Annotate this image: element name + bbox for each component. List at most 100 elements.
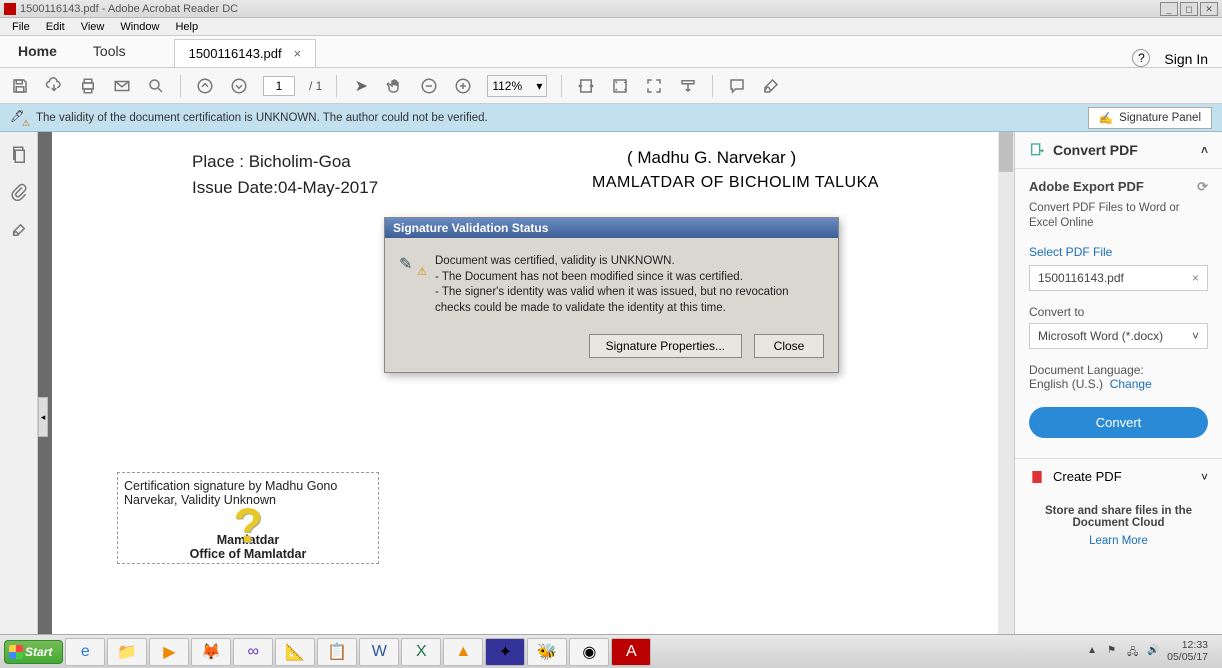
signature-panel-label: Signature Panel xyxy=(1119,112,1201,124)
menu-edit[interactable]: Edit xyxy=(38,21,73,33)
close-window-button[interactable]: ✕ xyxy=(1200,2,1218,16)
thumbnails-icon[interactable] xyxy=(9,144,29,164)
convert-pdf-label: Convert PDF xyxy=(1053,142,1138,158)
dialog-line2: - The Document has not been modified sin… xyxy=(435,270,824,286)
taskbar-app3-icon[interactable]: 🐝 xyxy=(527,638,567,666)
taskbar-clock[interactable]: 12:33 05/05/17 xyxy=(1167,640,1212,663)
taskbar-vlc-icon[interactable]: ▲ xyxy=(443,638,483,666)
page-number-input[interactable] xyxy=(263,76,295,96)
convert-pdf-header[interactable]: Convert PDF ˄ xyxy=(1015,132,1222,169)
signature-panel-button[interactable]: ✍ Signature Panel xyxy=(1088,107,1212,129)
read-mode-icon[interactable] xyxy=(678,76,698,96)
doc-signer-name: ( Madhu G. Narvekar ) xyxy=(627,148,796,168)
tray-flag-icon[interactable]: ⚑ xyxy=(1107,645,1121,659)
dialog-line1: Document was certified, validity is UNKN… xyxy=(435,254,824,270)
chevron-up-icon[interactable]: ˄ xyxy=(1201,143,1208,157)
print-icon[interactable] xyxy=(78,76,98,96)
maximize-button[interactable]: ◻ xyxy=(1180,2,1198,16)
taskbar-explorer-icon[interactable]: 📁 xyxy=(107,638,147,666)
cert-message: The validity of the document certificati… xyxy=(36,112,488,124)
convert-pdf-icon xyxy=(1029,142,1045,158)
tray-icon[interactable]: ▲ xyxy=(1087,645,1101,659)
clock-time: 12:33 xyxy=(1167,640,1208,652)
fit-width-icon[interactable] xyxy=(576,76,596,96)
refresh-icon[interactable]: ⟳ xyxy=(1197,179,1208,195)
create-pdf-header[interactable]: Create PDF ˅ xyxy=(1015,458,1222,495)
select-pdf-link[interactable]: Select PDF File xyxy=(1029,245,1208,259)
create-pdf-icon xyxy=(1029,469,1045,485)
signature-properties-button[interactable]: Signature Properties... xyxy=(589,334,742,358)
dialog-title: Signature Validation Status xyxy=(385,218,838,238)
save-icon[interactable] xyxy=(10,76,30,96)
taskbar-media-icon[interactable]: ▶ xyxy=(149,638,189,666)
tray-network-icon[interactable]: 🖧 xyxy=(1127,645,1141,659)
change-language-link[interactable]: Change xyxy=(1110,377,1152,391)
taskbar-excel-icon[interactable]: X xyxy=(401,638,441,666)
cert-warning-icon: 🖊 xyxy=(10,109,28,127)
hand-tool-icon[interactable] xyxy=(385,76,405,96)
tab-document-label: 1500116143.pdf xyxy=(189,46,282,61)
taskbar-acrobat-icon[interactable]: A xyxy=(611,638,651,666)
taskbar-app1-icon[interactable]: 📐 xyxy=(275,638,315,666)
document-viewport[interactable]: ◂ Place : Bicholim-Goa Issue Date:04-May… xyxy=(38,132,1014,662)
tray-volume-icon[interactable]: 🔊 xyxy=(1147,645,1161,659)
menu-window[interactable]: Window xyxy=(112,21,167,33)
comment-icon[interactable] xyxy=(727,76,747,96)
zoom-in-icon[interactable] xyxy=(453,76,473,96)
print-cloud-icon[interactable] xyxy=(44,76,64,96)
pdf-page: Place : Bicholim-Goa Issue Date:04-May-2… xyxy=(52,132,1002,662)
zoom-out-icon[interactable] xyxy=(419,76,439,96)
vertical-scrollbar[interactable] xyxy=(998,132,1014,662)
attachments-icon[interactable] xyxy=(9,182,29,202)
fullscreen-icon[interactable] xyxy=(644,76,664,96)
system-tray[interactable]: ▲ ⚑ 🖧 🔊 12:33 05/05/17 xyxy=(1081,640,1218,663)
taskbar-vs-icon[interactable]: ∞ xyxy=(233,638,273,666)
page-up-icon[interactable] xyxy=(195,76,215,96)
tab-home[interactable]: Home xyxy=(0,35,75,67)
pointer-icon[interactable]: ➤ xyxy=(351,76,371,96)
scrollbar-thumb[interactable] xyxy=(999,132,1013,172)
taskbar-word-icon[interactable]: W xyxy=(359,638,399,666)
zoom-select[interactable]: 112%▾ xyxy=(487,75,547,97)
tab-tools[interactable]: Tools xyxy=(75,35,144,67)
fit-page-icon[interactable] xyxy=(610,76,630,96)
menu-bar: File Edit View Window Help xyxy=(0,18,1222,36)
doc-language-label: Document Language: xyxy=(1029,363,1144,377)
taskbar-app2-icon[interactable]: ✦ xyxy=(485,638,525,666)
signature-pen-icon: ✍ xyxy=(1099,111,1113,125)
clear-file-icon[interactable]: × xyxy=(1192,271,1199,285)
zoom-value: 112% xyxy=(492,79,522,93)
sign-in-button[interactable]: Sign In xyxy=(1164,51,1208,67)
signature-field[interactable]: Certification signature by Madhu Gono Na… xyxy=(117,472,379,564)
left-collapser[interactable]: ◂ xyxy=(38,397,48,437)
menu-help[interactable]: Help xyxy=(167,21,206,33)
help-button[interactable]: ? xyxy=(1132,49,1150,67)
tab-document[interactable]: 1500116143.pdf × xyxy=(174,39,317,67)
signatures-rail-icon[interactable] xyxy=(9,220,29,240)
chevron-down-icon[interactable]: ˅ xyxy=(1201,470,1208,484)
cloud-message: Store and share files in the Document Cl… xyxy=(1045,505,1192,529)
taskbar-ie-icon[interactable]: e xyxy=(65,638,105,666)
learn-more-link[interactable]: Learn More xyxy=(1029,535,1208,547)
doc-place: Place : Bicholim-Goa xyxy=(192,152,378,172)
menu-view[interactable]: View xyxy=(73,21,113,33)
email-icon[interactable] xyxy=(112,76,132,96)
minimize-button[interactable]: _ xyxy=(1160,2,1178,16)
taskbar-notepad-icon[interactable]: 📋 xyxy=(317,638,357,666)
tab-close-icon[interactable]: × xyxy=(294,46,302,61)
sign-icon[interactable] xyxy=(761,76,781,96)
taskbar-firefox-icon[interactable]: 🦊 xyxy=(191,638,231,666)
page-down-icon[interactable] xyxy=(229,76,249,96)
page-total: / 1 xyxy=(309,79,322,93)
export-pdf-heading: Adobe Export PDF xyxy=(1029,179,1144,195)
taskbar-chrome-icon[interactable]: ◉ xyxy=(569,638,609,666)
dialog-close-button[interactable]: Close xyxy=(754,334,824,358)
start-button[interactable]: Start xyxy=(4,640,63,664)
doc-language-value: English (U.S.) xyxy=(1029,377,1103,391)
dialog-line3: - The signer's identity was valid when i… xyxy=(435,285,824,316)
convert-button[interactable]: Convert xyxy=(1029,407,1208,438)
convert-to-select[interactable]: Microsoft Word (*.docx) ˅ xyxy=(1029,323,1208,349)
search-icon[interactable] xyxy=(146,76,166,96)
menu-file[interactable]: File xyxy=(4,21,38,33)
question-mark-icon: ? xyxy=(233,499,262,554)
